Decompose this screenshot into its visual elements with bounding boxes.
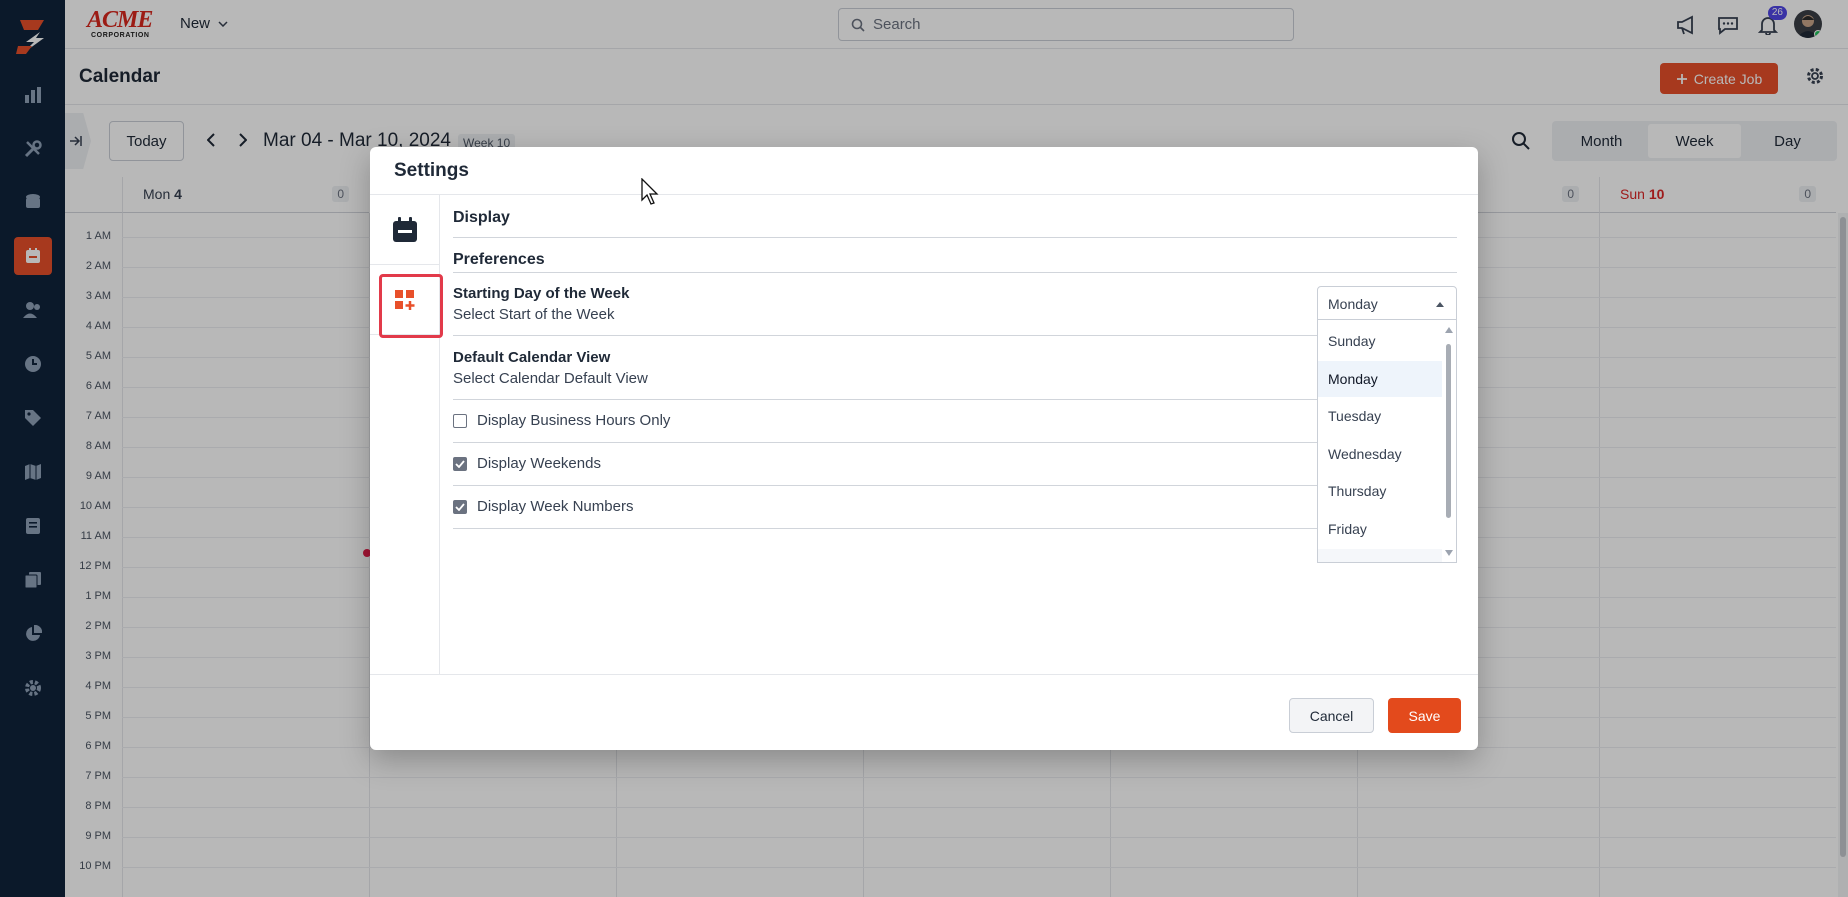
- option-thursday[interactable]: Thursday: [1318, 473, 1442, 509]
- starting-day-subtitle: Select Start of the Week: [453, 306, 615, 323]
- divider: [453, 272, 1457, 273]
- selected-value: Monday: [1328, 296, 1378, 312]
- calendar-icon: [393, 216, 417, 242]
- mouse-cursor-icon: [641, 177, 661, 211]
- settings-tab-calendar[interactable]: [370, 195, 440, 265]
- week-numbers-checkbox-row[interactable]: Display Week Numbers: [453, 498, 633, 515]
- scroll-down-arrow-icon[interactable]: [1445, 550, 1453, 556]
- dashboard-add-icon: [395, 289, 415, 310]
- modal-title: Settings: [394, 160, 469, 181]
- starting-day-title: Starting Day of the Week: [453, 285, 630, 302]
- option-friday[interactable]: Friday: [1318, 511, 1442, 547]
- weekends-checkbox[interactable]: [453, 456, 467, 471]
- option-partial[interactable]: [1318, 549, 1442, 562]
- caret-up-icon: [1436, 302, 1444, 307]
- divider: [453, 237, 1457, 238]
- divider: [453, 528, 1457, 529]
- settings-modal: Settings Display Preferences Starting Da…: [370, 147, 1478, 750]
- scroll-up-arrow-icon[interactable]: [1445, 327, 1453, 333]
- checkmark-icon: [455, 502, 465, 511]
- settings-content: Display Preferences Starting Day of the …: [453, 195, 1457, 675]
- divider: [453, 485, 1457, 486]
- default-view-subtitle: Select Calendar Default View: [453, 370, 648, 387]
- weekends-label: Display Weekends: [477, 455, 601, 472]
- save-button[interactable]: Save: [1388, 698, 1461, 733]
- divider: [453, 399, 1457, 400]
- week-numbers-label: Display Week Numbers: [477, 498, 634, 515]
- divider: [453, 442, 1457, 443]
- divider: [453, 335, 1457, 336]
- week-numbers-checkbox[interactable]: [453, 499, 467, 514]
- checkmark-icon: [455, 459, 465, 468]
- cancel-button[interactable]: Cancel: [1289, 698, 1374, 733]
- weekends-checkbox-row[interactable]: Display Weekends: [453, 455, 601, 472]
- option-tuesday[interactable]: Tuesday: [1318, 398, 1442, 434]
- settings-tab-widgets[interactable]: [370, 265, 443, 338]
- business-hours-checkbox-row[interactable]: Display Business Hours Only: [453, 412, 670, 429]
- starting-day-select[interactable]: Monday: [1317, 286, 1457, 320]
- display-heading: Display: [453, 209, 510, 226]
- business-hours-label: Display Business Hours Only: [477, 412, 671, 429]
- dropdown-scrollbar[interactable]: [1442, 320, 1456, 562]
- option-wednesday[interactable]: Wednesday: [1318, 436, 1442, 472]
- starting-day-dropdown: Sunday Monday Tuesday Wednesday Thursday…: [1317, 320, 1457, 563]
- preferences-heading: Preferences: [453, 251, 545, 268]
- scroll-thumb[interactable]: [1446, 344, 1451, 518]
- divider: [370, 674, 1478, 675]
- default-view-title: Default Calendar View: [453, 349, 611, 366]
- option-monday[interactable]: Monday: [1318, 361, 1442, 397]
- business-hours-checkbox[interactable]: [453, 413, 467, 428]
- option-sunday[interactable]: Sunday: [1318, 323, 1442, 359]
- settings-sidebar: [370, 195, 443, 675]
